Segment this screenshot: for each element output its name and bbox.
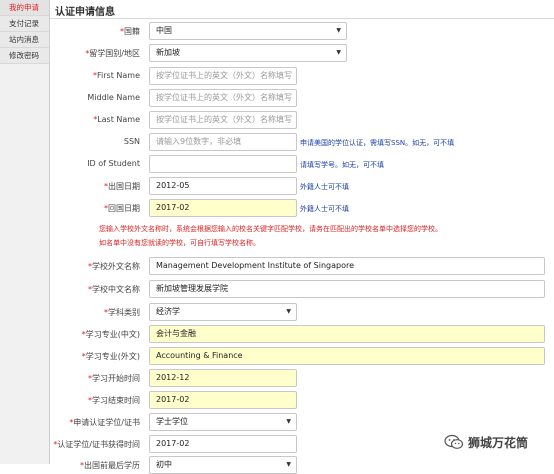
prior-edu-label: *出国前最后学历 <box>80 461 140 470</box>
student-id-input[interactable] <box>149 155 297 173</box>
study-start-label: *学习开始时间 <box>88 374 140 383</box>
major-cn-label: *学习专业(中文) <box>81 330 140 339</box>
chevron-down-icon: ▼ <box>286 461 291 468</box>
chevron-down-icon: ▼ <box>336 49 341 56</box>
degree-label: *申请认证学位/证书 <box>69 418 140 427</box>
school-foreign-label: *学校外文名称 <box>88 262 140 271</box>
chevron-down-icon: ▼ <box>286 418 291 425</box>
watermark: 狮城万花筒 <box>444 430 554 456</box>
exit-date-hint: 外籍人士可不填 <box>300 183 349 191</box>
study-end-label: *学习结束时间 <box>88 396 140 405</box>
chevron-down-icon: ▼ <box>286 308 291 315</box>
last-name-input[interactable]: 按学位证书上的英文（外文）名称填写 <box>149 111 297 129</box>
study-country-label: *留学国别/地区 <box>85 49 140 58</box>
nationality-select[interactable]: 中国 ▼ <box>149 22 347 40</box>
student-id-label: ID of Student <box>87 159 140 168</box>
ssn-hint: 申请美国的学位认证，需填写SSN。如无，可不填 <box>300 139 455 147</box>
title-divider <box>50 18 554 19</box>
ssn-label: SSN <box>123 137 140 146</box>
return-date-hint: 外籍人士可不填 <box>300 205 349 213</box>
sidebar-item-payment-records[interactable]: 支付记录 <box>0 16 49 32</box>
degree-date-label: *认证学位/证书获得时间 <box>53 440 140 449</box>
subject-label: *学科类别 <box>104 308 140 317</box>
study-start-input[interactable]: 2012-12 <box>149 369 297 387</box>
degree-select[interactable]: 学士学位 ▼ <box>149 413 297 431</box>
exit-date-input[interactable]: 2012-05 <box>149 177 297 195</box>
wechat-icon <box>444 434 464 449</box>
school-chinese-label: *学校中文名称 <box>88 285 140 294</box>
sidebar-item-change-password[interactable]: 修改密码 <box>0 48 49 64</box>
exit-date-label: *出国日期 <box>104 182 140 191</box>
sidebar-item-my-applications[interactable]: 我的申请 <box>0 0 49 16</box>
study-country-select[interactable]: 新加坡 ▼ <box>149 44 347 62</box>
first-name-input[interactable]: 按学位证书上的英文（外文）名称填写 <box>149 67 297 85</box>
chevron-down-icon: ▼ <box>336 27 341 34</box>
school-foreign-input[interactable]: Management Development Institute of Sing… <box>149 257 545 275</box>
study-end-input[interactable]: 2017-02 <box>149 391 297 409</box>
watermark-text: 狮城万花筒 <box>468 436 529 450</box>
student-id-hint: 请填写学号。如无，可不填 <box>300 161 384 169</box>
major-cn-input[interactable]: 会计与金融 <box>149 325 545 343</box>
school-name-note-1: 您输入学校外文名称时，系统会根据您输入的校名关键字匹配学校，请务在匹配出的学校名… <box>99 225 442 233</box>
return-date-input[interactable]: 2017-02 <box>149 199 297 217</box>
last-name-label: *Last Name <box>93 115 140 124</box>
page-title: 认证申请信息 <box>55 7 115 18</box>
school-name-note-2: 如名单中没有您就读的学校，可自行填写学校名称。 <box>99 239 260 247</box>
major-foreign-input[interactable]: Accounting & Finance <box>149 347 545 365</box>
degree-date-input[interactable]: 2017-02 <box>149 435 297 453</box>
main-content: 认证申请信息 *国籍 中国 ▼ *留学国别/地区 新加坡 ▼ *First Name… <box>50 0 554 474</box>
sidebar: 我的申请 支付记录 站内消息 修改密码 <box>0 0 50 464</box>
school-chinese-input[interactable]: 新加坡管理发展学院 <box>149 280 545 298</box>
major-foreign-label: *学习专业(外文) <box>81 352 140 361</box>
sidebar-item-messages[interactable]: 站内消息 <box>0 32 49 48</box>
middle-name-input[interactable]: 按学位证书上的英文（外文）名称填写 <box>149 89 297 107</box>
nationality-label: *国籍 <box>120 27 140 36</box>
first-name-label: *First Name <box>93 71 140 80</box>
ssn-input[interactable]: 请输入9位数字，非必填 <box>149 133 297 151</box>
prior-edu-select[interactable]: 初中 ▼ <box>149 456 297 474</box>
middle-name-label: Middle Name <box>87 93 140 102</box>
subject-select[interactable]: 经济学 ▼ <box>149 303 297 321</box>
return-date-label: *回国日期 <box>104 204 140 213</box>
